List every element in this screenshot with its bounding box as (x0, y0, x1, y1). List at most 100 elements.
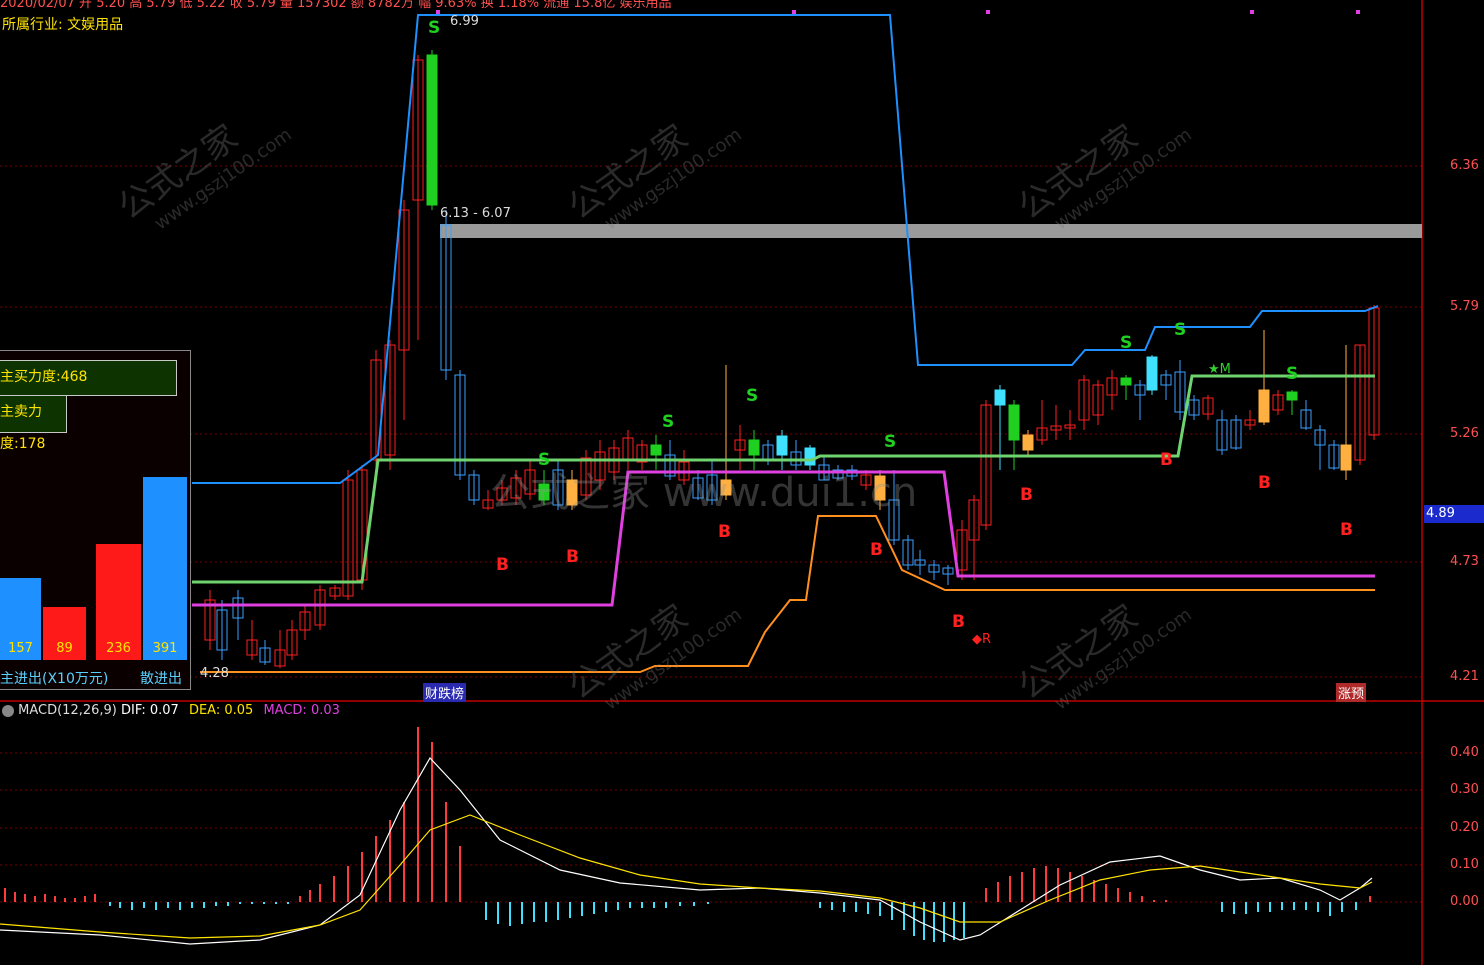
candle-body (776, 435, 788, 456)
industry-label: 所属行业: 文娱用品 (2, 17, 124, 33)
candle-72 (1188, 395, 1200, 420)
candle-66 (1106, 370, 1118, 410)
upper-band-line (192, 14, 1379, 484)
macd-tick-2: 0.30 (1450, 782, 1479, 797)
candle-68 (1134, 380, 1146, 420)
buy-signal-1: B (496, 555, 509, 575)
buy-signal-5: B (952, 612, 965, 632)
gap-range-label: 6.13 - 6.07 (440, 206, 511, 221)
fall-rank-tag[interactable]: 财跌榜 (423, 683, 467, 702)
candle-80 (1300, 400, 1312, 430)
flow-bar-3: 236 (96, 544, 141, 660)
sell-signal-8: S (1174, 320, 1187, 340)
macd-title: MACD(12,26,9) (18, 703, 117, 718)
macd-tick-4: 0.10 (1450, 857, 1479, 872)
quote-summary-line: 2020/02/07 开 5.20 高 5.79 低 5.22 收 5.79 量… (0, 0, 672, 11)
candle-20 (468, 470, 480, 505)
macd-tick-5: 0.00 (1450, 894, 1479, 909)
candle-17 (426, 50, 438, 210)
candle-10 (329, 585, 341, 600)
stock-chart-window: 2020/02/07 开 5.20 高 5.79 低 5.22 收 5.79 量… (0, 0, 1484, 965)
r-marker-label: ◆R (972, 632, 992, 647)
buy-signal-7: B (1160, 450, 1173, 470)
candle-9 (314, 585, 326, 630)
candle-63 (1064, 410, 1076, 440)
high-price-label: 6.99 (450, 14, 479, 29)
candle-body (1146, 356, 1158, 391)
flow-bar-1-value: 157 (8, 641, 33, 656)
candle-85 (1368, 305, 1380, 440)
sell-signal-7: S (1120, 333, 1133, 353)
candle-71 (1174, 360, 1186, 420)
candle-62 (1050, 405, 1062, 440)
candle-4 (246, 620, 258, 660)
sell-signal-3: S (662, 412, 675, 432)
orange-band-line (200, 515, 1375, 673)
candle-7 (286, 620, 298, 660)
candle-51 (902, 535, 914, 570)
candle-body (1286, 391, 1298, 401)
candle-body (748, 439, 760, 456)
buy-signal-4: B (870, 540, 883, 560)
candle-body (426, 54, 438, 206)
candle-6 (274, 630, 286, 668)
collapse-circle-icon[interactable] (2, 704, 14, 717)
retail-flow-footer: 散进出 (140, 671, 182, 687)
macd-dif-line (0, 756, 1373, 945)
price-tick-1: 6.36 (1450, 158, 1479, 173)
candle-8 (299, 605, 311, 640)
top-marker-3 (986, 10, 990, 14)
buy-signal-8: B (1258, 473, 1271, 493)
candle-67 (1120, 375, 1132, 400)
sell-signal-6: S (1008, 405, 1021, 425)
main-buy-force-label: 主买力度:468 (0, 360, 177, 396)
candle-53 (928, 560, 940, 580)
top-marker-5 (1356, 10, 1360, 14)
candle-65 (1092, 380, 1104, 425)
current-price-badge: 4.89 (1424, 505, 1484, 523)
candle-body (1340, 444, 1352, 471)
dea-value: 0.05 (224, 703, 254, 718)
star-m-label: ★M (1208, 362, 1231, 377)
candle-76 (1244, 410, 1256, 430)
dea-label: DEA: (188, 703, 221, 718)
center-watermark: 公式之家 www.dui1.cn (490, 470, 918, 516)
candle-body (1258, 389, 1270, 423)
price-tick-3: 5.26 (1450, 426, 1479, 441)
candle-16 (412, 55, 424, 340)
resistance-band (440, 224, 1422, 238)
candle-19 (454, 370, 466, 480)
top-marker-2 (792, 10, 796, 14)
candle-78 (1272, 390, 1284, 415)
flow-bar-2: 89 (43, 607, 86, 660)
price-tick-2: 5.79 (1450, 299, 1479, 314)
rise-forecast-tag[interactable]: 涨预 (1336, 683, 1367, 702)
sell-signal-1: S (428, 18, 441, 38)
macd-header: MACD(12,26,9) DIF: 0.07 DEA: 0.05 MACD: … (2, 703, 340, 718)
candle-82 (1328, 440, 1340, 470)
candle-3 (232, 590, 244, 640)
candle-15 (398, 200, 410, 420)
candle-body (1022, 434, 1034, 451)
low-price-label: 4.28 (200, 666, 229, 681)
candle-2 (216, 600, 228, 660)
dif-label: DIF: (121, 703, 146, 718)
macd-tick-3: 0.20 (1450, 820, 1479, 835)
macd-value: 0.03 (310, 703, 340, 718)
candle-61 (1036, 400, 1048, 445)
flow-bar-4-value: 391 (152, 641, 178, 656)
price-tick-5: 4.21 (1450, 669, 1479, 684)
candle-56 (968, 495, 980, 580)
buy-signal-6: B (1020, 485, 1033, 505)
main-flow-footer: 主进出(X10万元) (0, 671, 109, 687)
candle-69 (1146, 355, 1158, 395)
macd-tick-1: 0.40 (1450, 745, 1479, 760)
candle-75 (1230, 415, 1242, 450)
candle-74 (1216, 410, 1228, 455)
candle-79 (1286, 390, 1298, 415)
sell-signal-9: S (1286, 364, 1299, 384)
candle-54 (942, 565, 954, 585)
macd-label: MACD: (263, 703, 307, 718)
flow-bar-3-value: 236 (106, 641, 131, 656)
price-tick-4: 4.73 (1450, 554, 1479, 569)
